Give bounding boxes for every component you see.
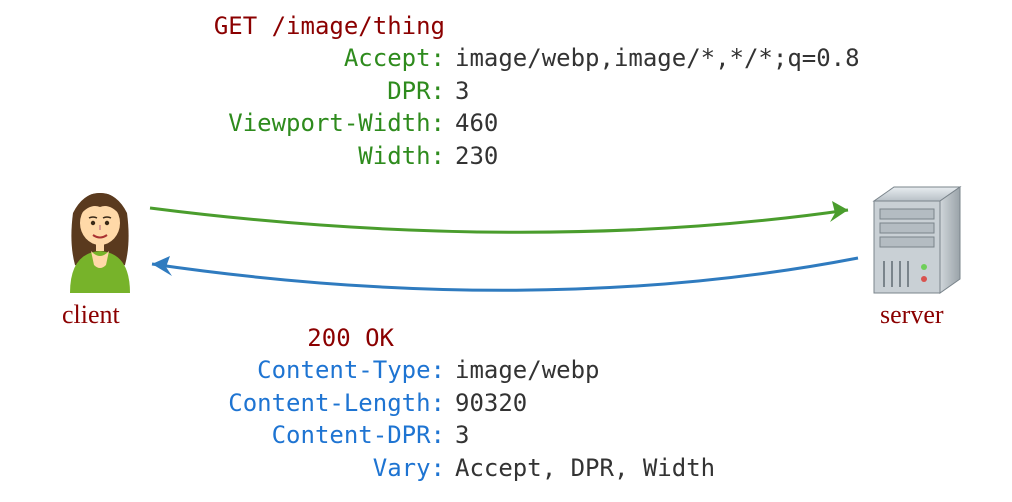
arrows-layer	[0, 0, 1012, 502]
request-arrow	[150, 208, 848, 232]
response-arrow	[152, 258, 858, 290]
diagram-stage: GET /image/thing Accept: image/webp,imag…	[0, 0, 1012, 502]
